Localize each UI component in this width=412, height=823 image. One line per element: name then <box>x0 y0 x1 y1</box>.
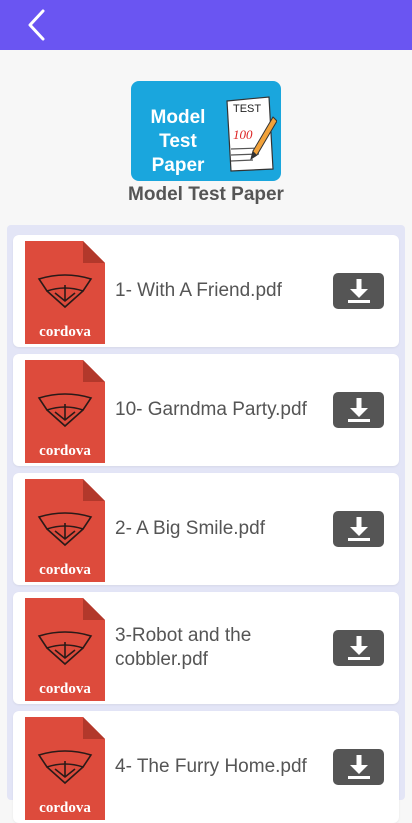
pdf-file-icon: cordova <box>25 598 105 701</box>
download-button[interactable] <box>333 392 384 428</box>
download-icon <box>347 636 370 660</box>
chevron-left-icon <box>28 9 45 41</box>
file-list-item[interactable]: cordova 1- With A Friend.pdf <box>13 235 399 347</box>
file-list: cordova 1- With A Friend.pdf cordova 10-… <box>7 225 405 823</box>
app-logo: Model Test Paper TEST 100 <box>131 81 281 181</box>
svg-text:cordova: cordova <box>39 800 91 816</box>
download-icon <box>347 755 370 779</box>
file-list-item[interactable]: cordova 10- Garndma Party.pdf <box>13 354 399 466</box>
page-title: Model Test Paper <box>128 184 284 205</box>
svg-text:cordova: cordova <box>39 681 91 697</box>
file-name: 1- With A Friend.pdf <box>115 280 282 301</box>
pdf-file-icon: cordova <box>25 360 105 463</box>
svg-text:cordova: cordova <box>39 562 91 578</box>
file-list-item[interactable]: cordova 4- The Furry Home.pdf <box>13 711 399 823</box>
download-button[interactable] <box>333 511 384 547</box>
download-icon <box>347 398 370 422</box>
download-icon <box>347 279 370 303</box>
file-name: 2- A Big Smile.pdf <box>115 518 265 539</box>
svg-text:TEST: TEST <box>233 103 261 115</box>
test-paper-icon: TEST 100 <box>226 96 277 172</box>
download-button[interactable] <box>333 630 384 666</box>
svg-text:cordova: cordova <box>39 443 91 459</box>
file-list-item[interactable]: cordova 2- A Big Smile.pdf <box>13 473 399 585</box>
file-name: 10- Garndma Party.pdf <box>115 399 307 420</box>
back-button[interactable] <box>20 8 54 42</box>
svg-text:cordova: cordova <box>39 324 91 340</box>
download-icon <box>347 517 370 541</box>
download-button[interactable] <box>333 273 384 309</box>
svg-text:100: 100 <box>233 127 253 142</box>
logo-text: Model Test Paper <box>150 107 206 176</box>
pdf-file-icon: cordova <box>25 717 105 820</box>
download-button[interactable] <box>333 749 384 785</box>
pdf-file-icon: cordova <box>25 241 105 344</box>
file-name: 4- The Furry Home.pdf <box>115 756 307 777</box>
top-app-bar <box>0 0 412 50</box>
file-list-item[interactable]: cordova 3-Robot and the cobbler.pdf <box>13 592 399 704</box>
file-name: 3-Robot and the cobbler.pdf <box>115 625 252 670</box>
pdf-file-icon: cordova <box>25 479 105 582</box>
